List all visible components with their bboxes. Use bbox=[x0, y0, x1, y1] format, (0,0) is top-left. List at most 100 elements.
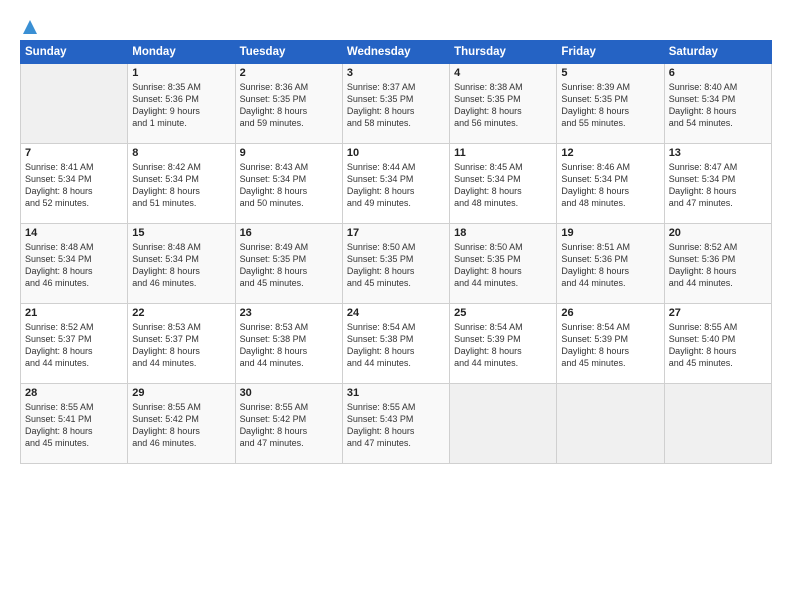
day-cell: 29Sunrise: 8:55 AM Sunset: 5:42 PM Dayli… bbox=[128, 384, 235, 464]
day-info: Sunrise: 8:45 AM Sunset: 5:34 PM Dayligh… bbox=[454, 161, 552, 210]
day-number: 15 bbox=[132, 227, 230, 239]
day-cell: 6 Sunrise: 8:40 AM Sunset: 5:34 PM Daylig… bbox=[664, 64, 771, 144]
week-row-4: 21Sunrise: 8:52 AM Sunset: 5:37 PM Dayli… bbox=[21, 304, 772, 384]
day-info: Sunrise: 8:47 AM Sunset: 5:34 PM Dayligh… bbox=[669, 161, 767, 210]
day-number: 30 bbox=[240, 387, 338, 399]
day-cell: 18Sunrise: 8:50 AM Sunset: 5:35 PM Dayli… bbox=[450, 224, 557, 304]
day-number: 19 bbox=[561, 227, 659, 239]
day-number: 14 bbox=[25, 227, 123, 239]
header-day-monday: Monday bbox=[128, 41, 235, 64]
header bbox=[20, 18, 772, 34]
day-number: 17 bbox=[347, 227, 445, 239]
day-info: Sunrise: 8:38 AM Sunset: 5:35 PM Dayligh… bbox=[454, 81, 552, 130]
header-day-sunday: Sunday bbox=[21, 41, 128, 64]
day-cell: 20Sunrise: 8:52 AM Sunset: 5:36 PM Dayli… bbox=[664, 224, 771, 304]
day-number: 24 bbox=[347, 307, 445, 319]
header-day-wednesday: Wednesday bbox=[342, 41, 449, 64]
day-info: Sunrise: 8:54 AM Sunset: 5:38 PM Dayligh… bbox=[347, 321, 445, 370]
page: SundayMondayTuesdayWednesdayThursdayFrid… bbox=[0, 0, 792, 612]
day-cell: 8Sunrise: 8:42 AM Sunset: 5:34 PM Daylig… bbox=[128, 144, 235, 224]
day-cell: 23Sunrise: 8:53 AM Sunset: 5:38 PM Dayli… bbox=[235, 304, 342, 384]
day-cell: 24 Sunrise: 8:54 AM Sunset: 5:38 PM Dayli… bbox=[342, 304, 449, 384]
day-cell bbox=[557, 384, 664, 464]
day-info: Sunrise: 8:40 AM Sunset: 5:34 PM Dayligh… bbox=[669, 81, 767, 130]
day-info: Sunrise: 8:55 AM Sunset: 5:43 PM Dayligh… bbox=[347, 401, 445, 450]
day-number: 20 bbox=[669, 227, 767, 239]
week-row-1: 1Sunrise: 8:35 AM Sunset: 5:36 PM Daylig… bbox=[21, 64, 772, 144]
day-info: Sunrise: 8:55 AM Sunset: 5:41 PM Dayligh… bbox=[25, 401, 123, 450]
calendar-table: SundayMondayTuesdayWednesdayThursdayFrid… bbox=[20, 40, 772, 464]
day-number: 16 bbox=[240, 227, 338, 239]
day-number: 1 bbox=[132, 67, 230, 79]
day-cell bbox=[21, 64, 128, 144]
day-info: Sunrise: 8:39 AM Sunset: 5:35 PM Dayligh… bbox=[561, 81, 659, 130]
day-info: Sunrise: 8:53 AM Sunset: 5:38 PM Dayligh… bbox=[240, 321, 338, 370]
day-info: Sunrise: 8:54 AM Sunset: 5:39 PM Dayligh… bbox=[454, 321, 552, 370]
day-cell: 11 Sunrise: 8:45 AM Sunset: 5:34 PM Dayli… bbox=[450, 144, 557, 224]
day-cell: 21Sunrise: 8:52 AM Sunset: 5:37 PM Dayli… bbox=[21, 304, 128, 384]
day-number: 27 bbox=[669, 307, 767, 319]
day-cell: 30 Sunrise: 8:55 AM Sunset: 5:42 PM Dayli… bbox=[235, 384, 342, 464]
day-cell: 4 Sunrise: 8:38 AM Sunset: 5:35 PM Daylig… bbox=[450, 64, 557, 144]
day-cell: 1Sunrise: 8:35 AM Sunset: 5:36 PM Daylig… bbox=[128, 64, 235, 144]
day-number: 11 bbox=[454, 147, 552, 159]
day-info: Sunrise: 8:42 AM Sunset: 5:34 PM Dayligh… bbox=[132, 161, 230, 210]
day-number: 31 bbox=[347, 387, 445, 399]
day-number: 3 bbox=[347, 67, 445, 79]
day-info: Sunrise: 8:53 AM Sunset: 5:37 PM Dayligh… bbox=[132, 321, 230, 370]
day-cell: 26 Sunrise: 8:54 AM Sunset: 5:39 PM Dayli… bbox=[557, 304, 664, 384]
calendar-body: 1Sunrise: 8:35 AM Sunset: 5:36 PM Daylig… bbox=[21, 64, 772, 464]
day-number: 7 bbox=[25, 147, 123, 159]
day-cell: 22 Sunrise: 8:53 AM Sunset: 5:37 PM Dayli… bbox=[128, 304, 235, 384]
day-info: Sunrise: 8:52 AM Sunset: 5:37 PM Dayligh… bbox=[25, 321, 123, 370]
day-info: Sunrise: 8:46 AM Sunset: 5:34 PM Dayligh… bbox=[561, 161, 659, 210]
header-day-thursday: Thursday bbox=[450, 41, 557, 64]
day-cell: 19 Sunrise: 8:51 AM Sunset: 5:36 PM Dayli… bbox=[557, 224, 664, 304]
day-number: 28 bbox=[25, 387, 123, 399]
day-number: 4 bbox=[454, 67, 552, 79]
day-info: Sunrise: 8:49 AM Sunset: 5:35 PM Dayligh… bbox=[240, 241, 338, 290]
day-number: 10 bbox=[347, 147, 445, 159]
header-row: SundayMondayTuesdayWednesdayThursdayFrid… bbox=[21, 41, 772, 64]
day-info: Sunrise: 8:54 AM Sunset: 5:39 PM Dayligh… bbox=[561, 321, 659, 370]
week-row-2: 7Sunrise: 8:41 AM Sunset: 5:34 PM Daylig… bbox=[21, 144, 772, 224]
day-number: 25 bbox=[454, 307, 552, 319]
header-day-friday: Friday bbox=[557, 41, 664, 64]
day-cell: 13 Sunrise: 8:47 AM Sunset: 5:34 PM Dayli… bbox=[664, 144, 771, 224]
day-info: Sunrise: 8:44 AM Sunset: 5:34 PM Dayligh… bbox=[347, 161, 445, 210]
header-day-tuesday: Tuesday bbox=[235, 41, 342, 64]
day-info: Sunrise: 8:37 AM Sunset: 5:35 PM Dayligh… bbox=[347, 81, 445, 130]
day-cell: 17 Sunrise: 8:50 AM Sunset: 5:35 PM Dayli… bbox=[342, 224, 449, 304]
day-number: 12 bbox=[561, 147, 659, 159]
day-cell: 7Sunrise: 8:41 AM Sunset: 5:34 PM Daylig… bbox=[21, 144, 128, 224]
day-number: 26 bbox=[561, 307, 659, 319]
day-number: 6 bbox=[669, 67, 767, 79]
day-info: Sunrise: 8:48 AM Sunset: 5:34 PM Dayligh… bbox=[132, 241, 230, 290]
day-number: 22 bbox=[132, 307, 230, 319]
day-info: Sunrise: 8:50 AM Sunset: 5:35 PM Dayligh… bbox=[347, 241, 445, 290]
day-number: 13 bbox=[669, 147, 767, 159]
day-cell: 16 Sunrise: 8:49 AM Sunset: 5:35 PM Dayli… bbox=[235, 224, 342, 304]
day-cell: 3 Sunrise: 8:37 AM Sunset: 5:35 PM Daylig… bbox=[342, 64, 449, 144]
day-cell: 2Sunrise: 8:36 AM Sunset: 5:35 PM Daylig… bbox=[235, 64, 342, 144]
day-info: Sunrise: 8:55 AM Sunset: 5:42 PM Dayligh… bbox=[240, 401, 338, 450]
day-number: 18 bbox=[454, 227, 552, 239]
week-row-5: 28 Sunrise: 8:55 AM Sunset: 5:41 PM Dayli… bbox=[21, 384, 772, 464]
logo-icon bbox=[21, 18, 39, 36]
day-info: Sunrise: 8:51 AM Sunset: 5:36 PM Dayligh… bbox=[561, 241, 659, 290]
day-cell: 12 Sunrise: 8:46 AM Sunset: 5:34 PM Dayli… bbox=[557, 144, 664, 224]
day-info: Sunrise: 8:55 AM Sunset: 5:40 PM Dayligh… bbox=[669, 321, 767, 370]
header-day-saturday: Saturday bbox=[664, 41, 771, 64]
day-cell: 27 Sunrise: 8:55 AM Sunset: 5:40 PM Dayli… bbox=[664, 304, 771, 384]
day-info: Sunrise: 8:36 AM Sunset: 5:35 PM Dayligh… bbox=[240, 81, 338, 130]
day-cell: 15 Sunrise: 8:48 AM Sunset: 5:34 PM Dayli… bbox=[128, 224, 235, 304]
day-number: 5 bbox=[561, 67, 659, 79]
day-cell bbox=[664, 384, 771, 464]
week-row-3: 14 Sunrise: 8:48 AM Sunset: 5:34 PM Dayli… bbox=[21, 224, 772, 304]
calendar-header: SundayMondayTuesdayWednesdayThursdayFrid… bbox=[21, 41, 772, 64]
day-cell: 25 Sunrise: 8:54 AM Sunset: 5:39 PM Dayli… bbox=[450, 304, 557, 384]
day-cell: 10 Sunrise: 8:44 AM Sunset: 5:34 PM Dayli… bbox=[342, 144, 449, 224]
day-cell: 5 Sunrise: 8:39 AM Sunset: 5:35 PM Daylig… bbox=[557, 64, 664, 144]
day-cell: 28 Sunrise: 8:55 AM Sunset: 5:41 PM Dayli… bbox=[21, 384, 128, 464]
logo bbox=[20, 18, 40, 34]
